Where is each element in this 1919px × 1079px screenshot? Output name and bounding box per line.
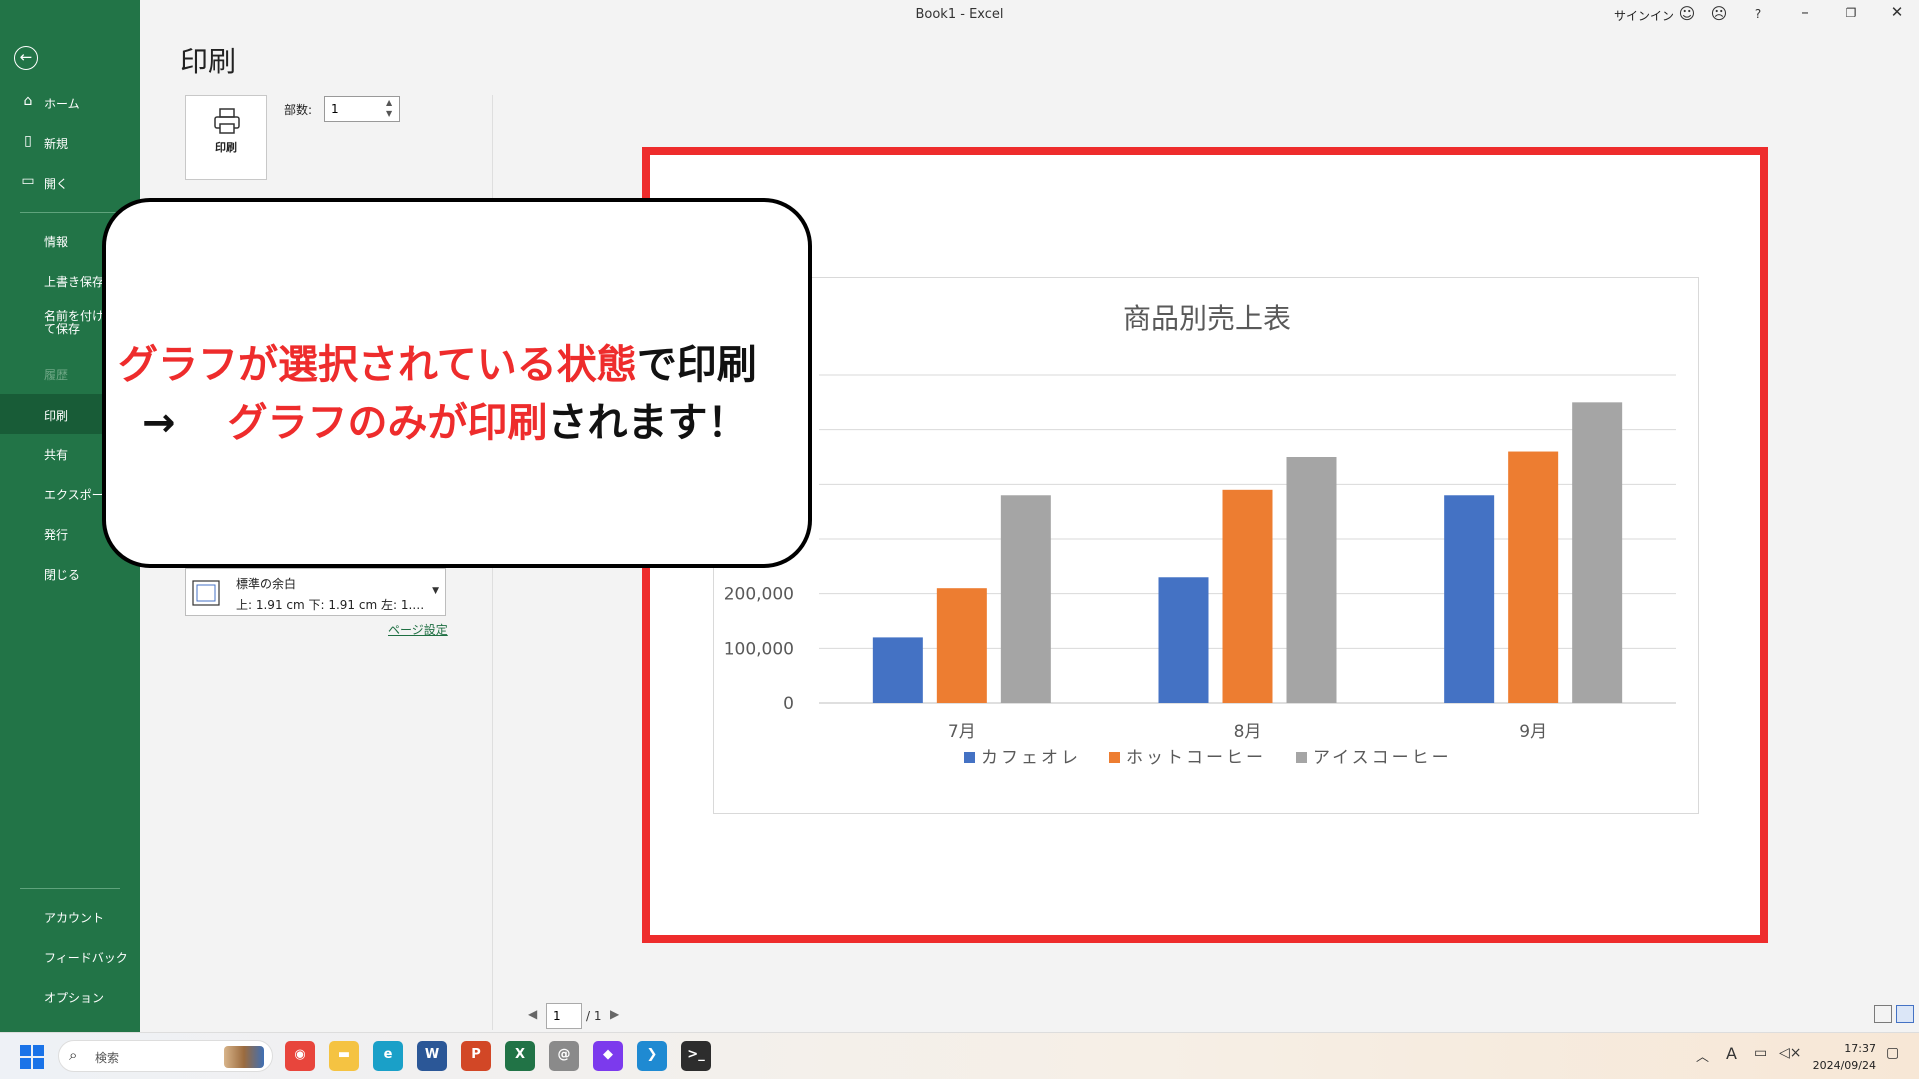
app-glyph: ◉ (294, 1047, 306, 1062)
nav-label: アカウント (44, 911, 105, 925)
nav-close[interactable]: 閉じる (0, 555, 140, 591)
callout-black-text: されます！ (547, 400, 748, 446)
nav-label: オプション (44, 991, 105, 1005)
nav-label: 閉じる (44, 568, 81, 582)
nav-open[interactable]: ▭ 開く (0, 164, 140, 200)
nav-label: 共有 (44, 448, 69, 462)
new-file-icon: ▯ (24, 133, 32, 149)
excel-icon[interactable]: X (505, 1041, 535, 1071)
open-folder-icon: ▭ (21, 173, 35, 189)
restore-button[interactable]: ❐ (1836, 6, 1866, 20)
powerpoint-icon[interactable]: P (461, 1041, 491, 1071)
printer-icon (214, 108, 240, 134)
close-button[interactable]: ✕ (1882, 3, 1912, 21)
edge-icon[interactable]: e (373, 1041, 403, 1071)
nav-label: 開く (44, 177, 69, 191)
nav-divider (20, 888, 120, 889)
app-glyph: ◆ (603, 1047, 613, 1062)
word-icon[interactable]: W (417, 1041, 447, 1071)
ime-indicator[interactable]: A (1726, 1044, 1737, 1063)
show-margins-icon[interactable] (1874, 1005, 1892, 1023)
print-button-label: 印刷 (215, 141, 237, 154)
nav-divider (20, 212, 120, 213)
nav-account[interactable]: アカウント (0, 898, 140, 934)
notification-icon[interactable]: ▢ (1886, 1045, 1899, 1061)
nav-label: 印刷 (44, 409, 69, 423)
title-bar: Book1 - Excel サインイン ☺ ☹ ? – ❐ ✕ (0, 0, 1919, 30)
search-label: 検索 (95, 1051, 120, 1065)
home-icon: ⌂ (23, 93, 33, 109)
clock-time[interactable]: 17:37 (1802, 1042, 1876, 1055)
margins-dropdown[interactable]: 標準の余白 上: 1.91 cm 下: 1.91 cm 左: 1.78 cm 右… (185, 568, 446, 616)
nav-label: 新規 (44, 137, 69, 151)
signin-button[interactable]: サインイン (1614, 7, 1674, 24)
app-glyph: P (471, 1047, 481, 1062)
app-glyph: W (424, 1047, 440, 1062)
taskbar-search[interactable]: ⌕ 検索 (58, 1040, 273, 1072)
nav-label: ホーム (44, 97, 80, 111)
nav-label: フィードバック (44, 951, 128, 965)
callout-box: グラフが選択されている状態で印刷 → グラフのみが印刷されます！ (102, 198, 812, 568)
smile-icon[interactable]: ☺ (1676, 4, 1698, 23)
copies-stepper[interactable]: ▲ ▼ (386, 97, 392, 119)
nav-label: 履歴 (44, 368, 69, 382)
callout-black-text: で印刷 (636, 342, 757, 388)
chrome-icon[interactable]: ◉ (285, 1041, 315, 1071)
nav-label: 名前を付けて保存 (44, 310, 105, 336)
copies-label: 部数: (284, 103, 313, 117)
help-button[interactable]: ? (1747, 7, 1769, 21)
app-glyph: >_ (687, 1047, 705, 1062)
taskbar: ⌕ 検索 ◉ ▬ e W P X @ ◆ ❯ >_ ︿ A ▭ ◁× 17:37 2024/09/… (0, 1032, 1919, 1079)
app-glyph: ▬ (337, 1047, 351, 1062)
chevron-up-icon[interactable]: ︿ (1696, 1046, 1709, 1065)
minimize-button[interactable]: – (1790, 3, 1820, 21)
vscode-icon[interactable]: ❯ (637, 1041, 667, 1071)
page-number-input[interactable] (546, 1003, 582, 1029)
clock-date[interactable]: 2024/09/24 (1802, 1059, 1876, 1072)
callout-red-text: グラフが選択されている状態 (118, 342, 637, 388)
nav-options[interactable]: オプション (0, 978, 140, 1014)
nav-label: 情報 (44, 235, 69, 249)
terminal-icon[interactable]: >_ (681, 1041, 711, 1071)
page-total: / 1 (586, 1009, 602, 1023)
callout-line-1: グラフが選択されている状態で印刷 (118, 332, 757, 390)
margins-detail: 上: 1.91 cm 下: 1.91 cm 左: 1.78 cm 右: 1.78… (236, 598, 426, 612)
search-icon: ⌕ (69, 1046, 78, 1064)
app-glyph: e (383, 1047, 393, 1062)
arrow-right-icon: → (142, 400, 176, 446)
page-setup-link[interactable]: ページ設定 (388, 621, 448, 638)
nav-new[interactable]: ▯ 新規 (0, 124, 140, 160)
volume-muted-icon[interactable]: ◁× (1779, 1045, 1802, 1061)
margins-icon (192, 580, 220, 606)
nav-label: 上書き保存 (44, 275, 105, 289)
next-page-icon[interactable]: ▶ (610, 1007, 619, 1021)
print-button[interactable]: 印刷 (185, 95, 267, 180)
copilot-icon[interactable]: @ (549, 1041, 579, 1071)
file-explorer-icon[interactable]: ▬ (329, 1041, 359, 1071)
network-icon[interactable]: ▭ (1754, 1045, 1767, 1061)
chevron-down-icon: ▼ (432, 586, 439, 596)
prev-page-icon[interactable]: ◀ (528, 1007, 537, 1021)
obsidian-icon[interactable]: ◆ (593, 1041, 623, 1071)
frown-icon[interactable]: ☹ (1708, 4, 1730, 23)
zoom-to-page-icon[interactable] (1896, 1005, 1914, 1023)
search-highlight-image (224, 1046, 264, 1068)
nav-feedback[interactable]: フィードバック (0, 938, 140, 974)
app-glyph: ❯ (646, 1047, 658, 1062)
callout-line-2: → グラフのみが印刷されます！ (142, 390, 748, 448)
page-title: 印刷 (180, 45, 237, 78)
margins-title: 標準の余白 (236, 577, 297, 591)
nav-home[interactable]: ⌂ ホーム (0, 84, 140, 120)
app-glyph: X (514, 1047, 526, 1062)
nav-label: 発行 (44, 528, 69, 542)
windows-start-icon[interactable] (20, 1045, 44, 1069)
back-arrow-icon[interactable]: ← (14, 46, 38, 70)
callout-red-text: グラフのみが印刷 (227, 400, 548, 446)
app-glyph: @ (557, 1047, 571, 1062)
